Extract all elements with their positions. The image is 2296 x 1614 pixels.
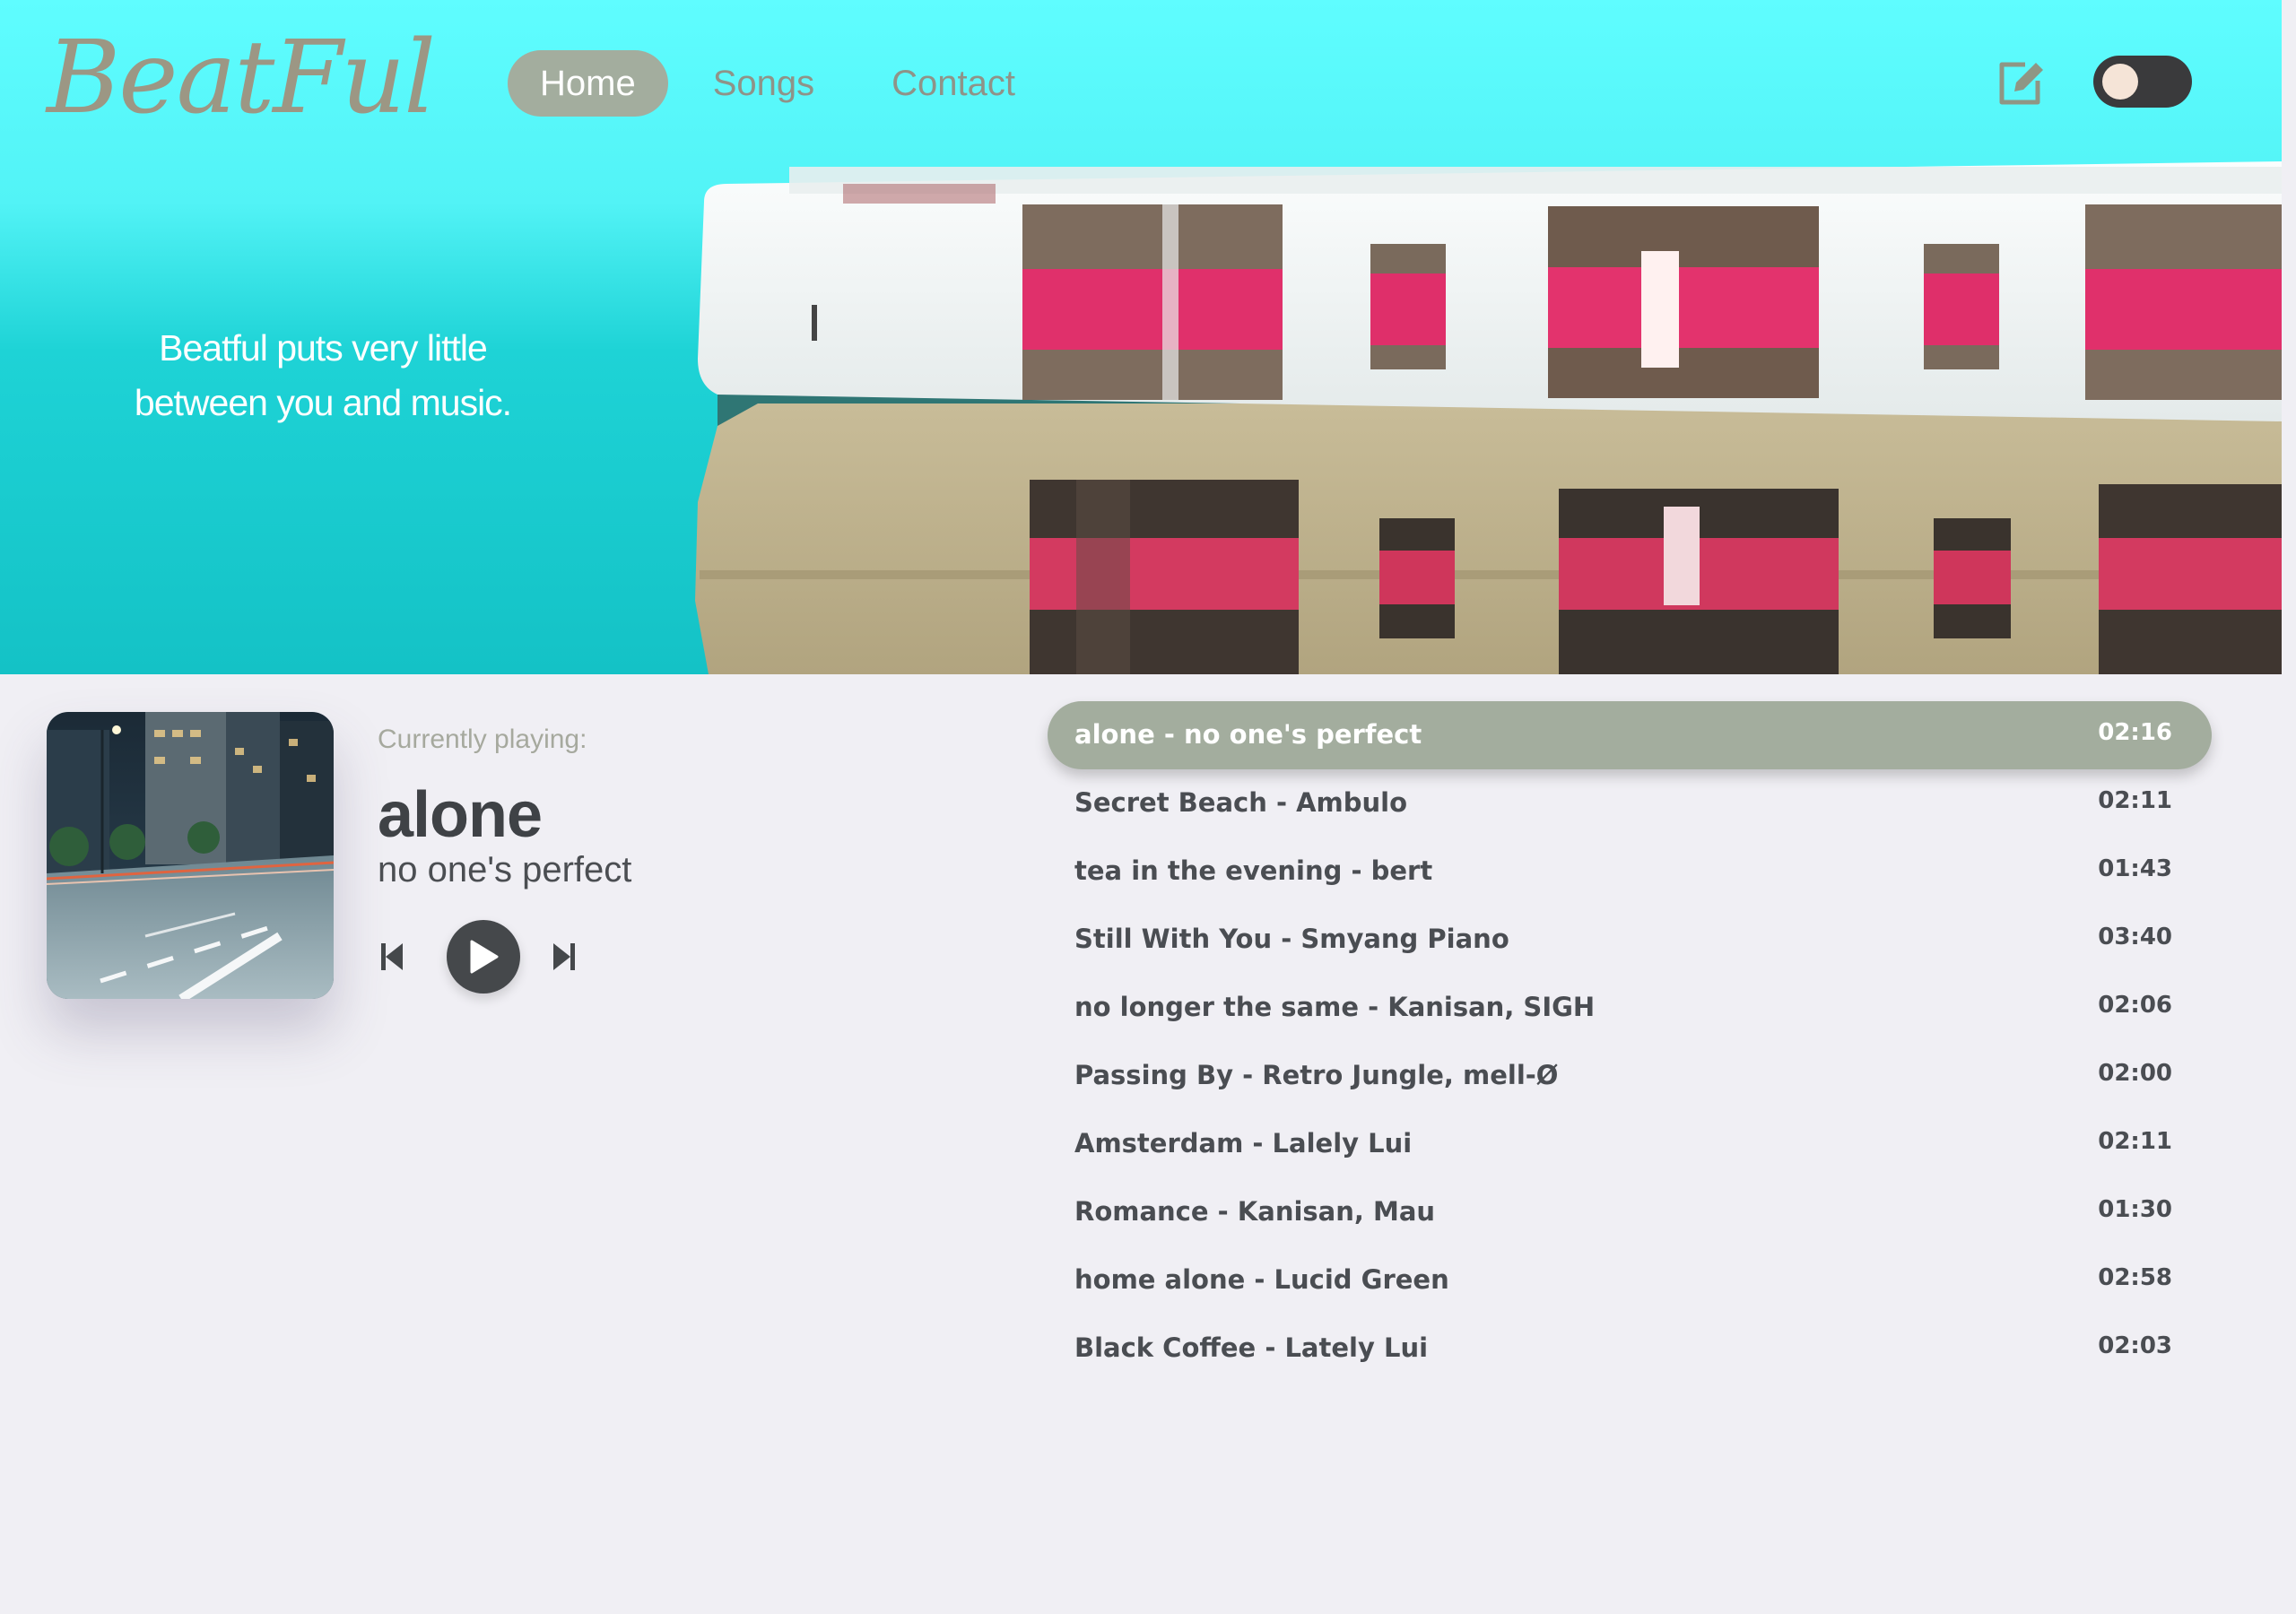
main-nav: Home Songs Contact	[508, 50, 1048, 117]
previous-icon	[381, 943, 403, 970]
song-title: alone - no one's perfect	[1074, 719, 1422, 750]
edit-icon[interactable]	[1996, 59, 2047, 106]
song-title: Still With You - Smyang Piano	[1074, 924, 1509, 954]
song-title: Black Coffee - Lately Lui	[1074, 1332, 1429, 1363]
song-title: home alone - Lucid Green	[1074, 1264, 1449, 1295]
nav-contact[interactable]: Contact	[859, 50, 1048, 117]
song-duration: 02:16	[2098, 719, 2172, 746]
song-title: Amsterdam - Lalely Lui	[1074, 1128, 1413, 1158]
nav-home[interactable]: Home	[508, 50, 668, 117]
song-duration: 03:40	[2098, 924, 2172, 950]
tagline-line-2: between you and music.	[134, 382, 512, 423]
play-button[interactable]	[447, 920, 520, 994]
song-row-active[interactable]: alone - no one's perfect 02:16	[1048, 701, 2212, 769]
toggle-knob	[2102, 64, 2138, 100]
song-duration: 02:11	[2098, 787, 2172, 814]
song-title: no longer the same - Kanisan, SIGH	[1074, 992, 1596, 1022]
song-duration: 02:58	[2098, 1264, 2172, 1291]
play-icon	[470, 940, 499, 974]
song-row[interactable]: Passing By - Retro Jungle, mell-Ø 02:00	[1048, 1042, 2212, 1110]
hero-tagline: Beatful puts very little between you and…	[90, 321, 556, 430]
playlist: alone - no one's perfect 02:16 Secret Be…	[1048, 701, 2212, 1383]
album-art	[47, 712, 334, 999]
song-duration: 02:06	[2098, 992, 2172, 1019]
song-row[interactable]: Romance - Kanisan, Mau 01:30	[1048, 1178, 2212, 1246]
track-title: alone	[378, 779, 543, 851]
song-duration: 01:30	[2098, 1196, 2172, 1223]
song-title: tea in the evening - bert	[1074, 855, 1433, 886]
song-row[interactable]: Black Coffee - Lately Lui 02:03	[1048, 1315, 2212, 1383]
song-title: Romance - Kanisan, Mau	[1074, 1196, 1436, 1227]
song-duration: 02:00	[2098, 1060, 2172, 1087]
song-duration: 02:03	[2098, 1332, 2172, 1359]
player-controls	[375, 920, 578, 994]
song-duration: 02:11	[2098, 1128, 2172, 1155]
now-playing-label: Currently playing:	[378, 725, 587, 754]
song-title: Passing By - Retro Jungle, mell-Ø	[1074, 1060, 1559, 1090]
nav-songs[interactable]: Songs	[681, 50, 847, 117]
theme-toggle[interactable]	[2093, 56, 2192, 108]
song-row[interactable]: home alone - Lucid Green 02:58	[1048, 1246, 2212, 1315]
hero-banner: BeatFul Home Songs Contact Beatful puts …	[0, 0, 2282, 674]
next-button[interactable]	[551, 941, 578, 972]
song-title: Secret Beach - Ambulo	[1074, 787, 1408, 818]
song-row[interactable]: no longer the same - Kanisan, SIGH 02:06	[1048, 974, 2212, 1042]
next-icon	[553, 943, 575, 970]
tagline-line-1: Beatful puts very little	[159, 327, 488, 369]
brand-logo[interactable]: BeatFul	[47, 18, 436, 138]
song-row[interactable]: Still With You - Smyang Piano 03:40	[1048, 906, 2212, 974]
previous-button[interactable]	[378, 941, 405, 972]
song-row[interactable]: Amsterdam - Lalely Lui 02:11	[1048, 1110, 2212, 1178]
track-artist: no one's perfect	[378, 850, 632, 889]
song-duration: 01:43	[2098, 855, 2172, 882]
song-row[interactable]: tea in the evening - bert 01:43	[1048, 837, 2212, 906]
song-row[interactable]: Secret Beach - Ambulo 02:11	[1048, 769, 2212, 837]
